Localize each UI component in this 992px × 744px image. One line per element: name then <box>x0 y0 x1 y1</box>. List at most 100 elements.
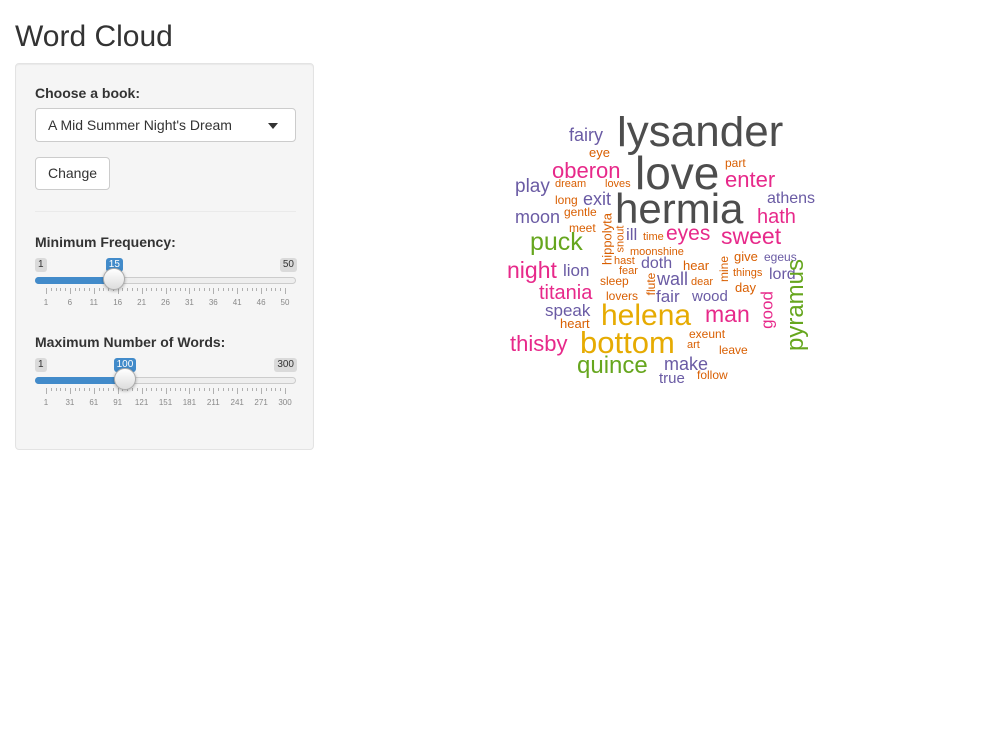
cloud-word: sweet <box>721 223 782 249</box>
slider-minor-tick <box>170 388 171 391</box>
slider-minor-tick <box>156 388 157 391</box>
slider-tick <box>142 288 143 294</box>
slider-minor-tick <box>228 388 229 391</box>
cloud-word: give <box>734 249 758 264</box>
slider-minor-tick <box>247 288 248 291</box>
slider-tick-label: 61 <box>89 398 99 407</box>
cloud-word: mine <box>717 255 731 283</box>
divider <box>35 211 296 212</box>
slider-tick <box>189 288 190 294</box>
cloud-word: titania <box>539 282 593 304</box>
max-words-slider[interactable]: 1 300 100 1 31 61 91 121 151 181 211 241 271 300 <box>35 358 297 418</box>
slider-minor-tick <box>79 288 80 291</box>
cloud-word: enter <box>725 167 776 192</box>
slider-minor-tick <box>223 288 224 291</box>
cloud-word: athens <box>767 190 816 207</box>
cloud-word: hippolyta <box>599 212 615 266</box>
cloud-word: true <box>659 370 685 387</box>
slider-tick-label: 11 <box>89 298 98 307</box>
slider-minor-tick <box>84 388 85 391</box>
cloud-word: moon <box>515 207 561 227</box>
cloud-word: fairy <box>569 125 604 145</box>
slider-minor-tick <box>51 388 52 391</box>
slider-minor-tick <box>65 388 66 391</box>
slider-minor-tick <box>218 388 219 391</box>
slider-minor-tick <box>232 288 233 291</box>
slider-minor-tick <box>180 288 181 291</box>
slider-tick <box>94 288 95 294</box>
slider-minor-tick <box>242 388 243 391</box>
slider-minor-tick <box>84 288 85 291</box>
slider-minor-tick <box>108 388 109 391</box>
slider-minor-tick <box>161 288 162 291</box>
slider-tick <box>213 288 214 294</box>
slider-handle[interactable] <box>114 368 137 390</box>
slider-tick-label: 16 <box>113 298 123 307</box>
change-button[interactable]: Change <box>35 157 110 190</box>
slider-minor-tick <box>103 288 104 291</box>
slider-minor-tick <box>60 388 61 391</box>
cloud-word: leave <box>719 343 748 357</box>
slider-tick <box>237 388 238 394</box>
slider-minor-tick <box>266 288 267 291</box>
cloud-word: play <box>515 176 550 197</box>
slider-minor-tick <box>122 288 123 291</box>
slider-tick-label: 300 <box>278 398 292 407</box>
cloud-word: things <box>733 267 763 279</box>
cloud-word: follow <box>697 368 728 382</box>
slider-minor-tick <box>132 388 133 391</box>
slider-minor-tick <box>151 388 152 391</box>
slider-minor-tick <box>156 288 157 291</box>
slider-tick <box>166 288 167 294</box>
slider-minor-tick <box>256 388 257 391</box>
slider-minor-tick <box>56 288 57 291</box>
slider-min-label: 1 <box>35 258 47 272</box>
slider-tick-label: 50 <box>280 298 290 307</box>
slider-minor-tick <box>75 288 76 291</box>
slider-tick <box>213 388 214 394</box>
cloud-word: eyes <box>666 222 711 245</box>
slider-minor-tick <box>280 388 281 391</box>
slider-tick-label: 41 <box>232 298 242 307</box>
slider-max-label: 300 <box>274 358 297 372</box>
cloud-word: ill <box>626 225 638 244</box>
slider-minor-tick <box>280 288 281 291</box>
slider-minor-tick <box>228 288 229 291</box>
slider-tick-label: 271 <box>254 398 268 407</box>
book-select[interactable]: A Mid Summer Night's Dream <box>35 108 296 142</box>
slider-tick-label: 91 <box>113 398 123 407</box>
slider-minor-tick <box>199 288 200 291</box>
min-frequency-slider[interactable]: 1 50 15 1 6 11 16 21 26 31 36 41 46 50 <box>35 258 297 318</box>
slider-tick-label: 31 <box>184 298 194 307</box>
slider-tick-label: 181 <box>182 398 197 407</box>
slider-minor-tick <box>170 288 171 291</box>
slider-minor-tick <box>218 288 219 291</box>
cloud-word: art <box>687 339 700 351</box>
slider-minor-tick <box>146 288 147 291</box>
slider-minor-tick <box>75 388 76 391</box>
slider-minor-tick <box>51 288 52 291</box>
slider-tick <box>166 388 167 394</box>
slider-tick-label: 121 <box>134 398 149 407</box>
slider-minor-tick <box>275 288 276 291</box>
slider-minor-tick <box>113 388 114 391</box>
cloud-word: night <box>507 257 557 283</box>
slider-tick <box>189 388 190 394</box>
slider-minor-tick <box>256 288 257 291</box>
cloud-word: dream <box>555 178 587 190</box>
cloud-word: man <box>705 301 750 327</box>
slider-minor-tick <box>89 388 90 391</box>
slider-minor-tick <box>232 388 233 391</box>
cloud-word: snout <box>614 225 627 253</box>
slider-minor-tick <box>185 388 186 391</box>
slider-minor-tick <box>204 388 205 391</box>
slider-minor-tick <box>185 288 186 291</box>
cloud-word: time <box>643 231 664 243</box>
slider-minor-tick <box>79 388 80 391</box>
page-title: Word Cloud <box>15 20 173 53</box>
slider-handle[interactable] <box>103 268 126 290</box>
slider-minor-tick <box>60 288 61 291</box>
slider-minor-tick <box>89 288 90 291</box>
slider-minor-tick <box>194 288 195 291</box>
cloud-word: lion <box>563 261 590 280</box>
